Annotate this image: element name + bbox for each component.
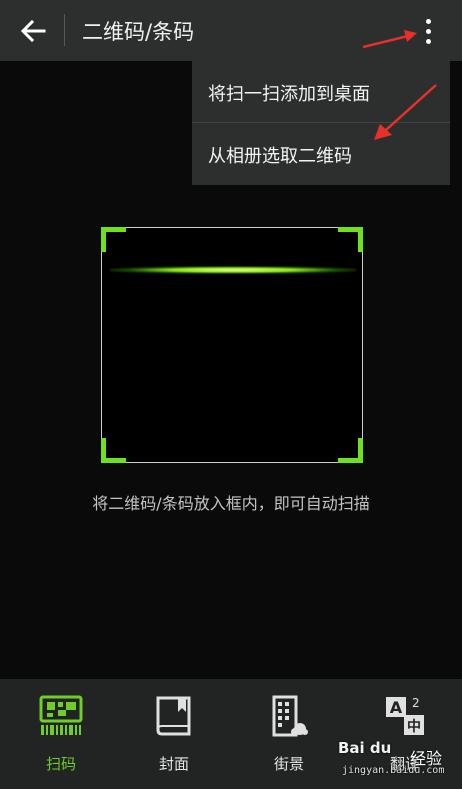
tab-street-view[interactable]: 街景 — [244, 679, 334, 789]
more-vertical-icon — [410, 12, 446, 44]
corner-top-left — [101, 227, 126, 252]
header-divider — [64, 14, 65, 46]
page-title: 二维码/条码 — [82, 20, 195, 44]
back-button[interactable] — [16, 14, 50, 48]
top-bar: 二维码/条码 — [0, 0, 462, 61]
street-view-icon — [272, 695, 308, 737]
scan-frame — [101, 227, 363, 463]
svg-text:2: 2 — [412, 696, 420, 710]
more-menu-button[interactable] — [410, 12, 446, 50]
tab-street-view-label: 街景 — [273, 755, 304, 773]
svg-text:A: A — [390, 698, 403, 717]
baidu-logo: Bai du — [338, 739, 392, 757]
tab-cover[interactable]: 封面 — [129, 679, 219, 789]
qr-scan-icon — [39, 695, 83, 735]
arrow-left-icon — [20, 19, 46, 43]
translate-icon: A 2 中 — [386, 696, 424, 735]
tab-scan-label: 扫码 — [45, 755, 76, 773]
corner-top-right — [338, 227, 363, 252]
tab-cover-label: 封面 — [158, 755, 189, 773]
overflow-menu: 将扫一扫添加到桌面 从相册选取二维码 — [192, 61, 450, 185]
menu-item-select-from-album[interactable]: 从相册选取二维码 — [208, 142, 352, 168]
menu-divider — [192, 122, 450, 123]
scan-hint: 将二维码/条码放入框内，即可自动扫描 — [92, 494, 370, 513]
svg-text:中: 中 — [407, 718, 421, 735]
corner-bottom-left — [101, 438, 126, 463]
watermark-url: jingyan.baidu.com — [342, 765, 445, 776]
menu-item-add-to-desktop[interactable]: 将扫一扫添加到桌面 — [208, 80, 370, 106]
book-cover-icon — [156, 696, 191, 736]
tab-scan[interactable]: 扫码 — [16, 679, 106, 789]
baidu-jingyan-watermark: Bai du 经验 jingyan.baidu.com — [324, 735, 462, 789]
corner-bottom-right — [338, 438, 363, 463]
scan-line — [110, 266, 356, 274]
